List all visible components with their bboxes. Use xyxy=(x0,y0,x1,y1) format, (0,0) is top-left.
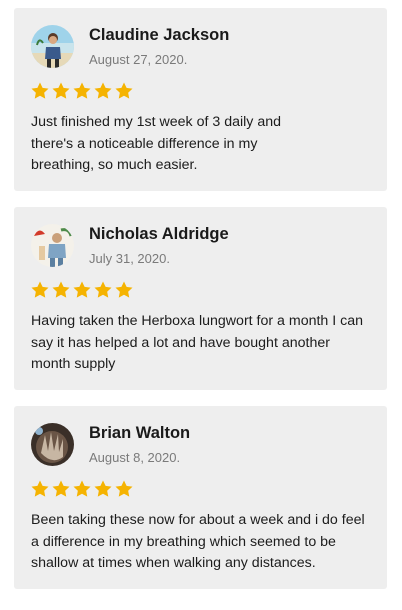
review-card: Claudine Jackson August 27, 2020. Just f… xyxy=(14,8,387,191)
review-date: August 8, 2020. xyxy=(89,450,181,465)
review-card: Brian Walton August 8, 2020. Been taking… xyxy=(14,406,387,589)
star-icon xyxy=(30,280,50,300)
reviewer-name: Nicholas Aldridge xyxy=(89,225,229,243)
star-rating xyxy=(30,280,134,300)
star-icon xyxy=(30,479,50,499)
avatar xyxy=(31,423,74,466)
star-icon xyxy=(93,479,113,499)
star-icon xyxy=(114,479,134,499)
star-icon xyxy=(93,280,113,300)
review-card: Nicholas Aldridge July 31, 2020. Having … xyxy=(14,207,387,390)
star-icon xyxy=(93,81,113,101)
star-icon xyxy=(51,280,71,300)
star-icon xyxy=(51,479,71,499)
reviews-list: Claudine Jackson August 27, 2020. Just f… xyxy=(0,0,402,610)
review-text: Having taken the Herboxa lungwort for a … xyxy=(31,313,364,372)
star-icon xyxy=(72,280,92,300)
star-icon xyxy=(51,81,71,101)
star-icon xyxy=(114,81,134,101)
star-icon xyxy=(114,280,134,300)
avatar xyxy=(31,224,74,267)
star-icon xyxy=(72,81,92,101)
star-icon xyxy=(30,81,50,101)
reviewer-name: Brian Walton xyxy=(89,424,191,442)
star-icon xyxy=(72,479,92,499)
review-text: Just finished my 1st week of 3 daily and… xyxy=(31,114,281,173)
star-rating xyxy=(30,479,134,499)
review-text: Been taking these now for about a week a… xyxy=(31,512,365,571)
star-rating xyxy=(30,81,134,101)
review-date: August 27, 2020. xyxy=(89,52,188,67)
review-date: July 31, 2020. xyxy=(89,251,170,266)
avatar xyxy=(31,25,74,68)
reviewer-name: Claudine Jackson xyxy=(89,26,230,44)
